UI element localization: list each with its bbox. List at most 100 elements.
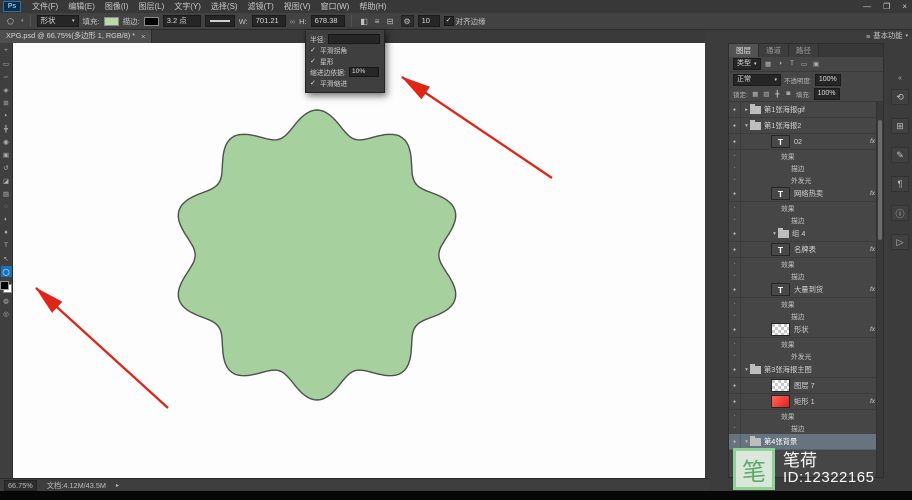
hand-tool[interactable]: ◍ bbox=[1, 295, 12, 306]
dodge-tool[interactable]: ◐ bbox=[1, 214, 12, 225]
info-panel-icon[interactable]: ⓘ bbox=[891, 205, 909, 221]
triangle-closed-icon[interactable]: ▸ bbox=[743, 107, 750, 113]
brush-tool[interactable]: ◉ bbox=[1, 136, 12, 147]
layer-row[interactable]: ●▾第1张海报2 bbox=[729, 118, 883, 134]
fx-badge[interactable]: fx bbox=[867, 190, 875, 197]
lock-icon-0[interactable]: ▦ bbox=[751, 90, 760, 98]
eye-icon[interactable]: ● bbox=[729, 134, 741, 149]
status-caret-icon[interactable]: ▸ bbox=[116, 482, 119, 489]
text-layer-thumbnail[interactable]: T bbox=[771, 283, 790, 296]
lock-icon-1[interactable]: ▨ bbox=[762, 90, 771, 98]
eye-icon[interactable]: ◦ bbox=[729, 410, 741, 422]
triangle-open-icon[interactable]: ▾ bbox=[743, 123, 750, 129]
eye-icon[interactable]: ◦ bbox=[729, 214, 741, 226]
layer-row[interactable]: ●形状fx bbox=[729, 322, 883, 338]
eye-icon[interactable]: ◦ bbox=[729, 350, 741, 362]
fx-badge[interactable]: fx bbox=[867, 286, 875, 293]
radius-input[interactable] bbox=[328, 34, 380, 44]
eye-icon[interactable]: ◦ bbox=[729, 202, 741, 214]
triangle-open-icon[interactable]: ▾ bbox=[743, 439, 750, 445]
path-select-tool[interactable]: ↖ bbox=[1, 253, 12, 264]
eraser-tool[interactable]: ◪ bbox=[1, 175, 12, 186]
eye-icon[interactable]: ● bbox=[729, 394, 741, 409]
menu-图层[interactable]: 图层(L) bbox=[133, 0, 169, 13]
shape-tool[interactable]: ◯ bbox=[1, 266, 12, 277]
eye-icon[interactable]: ● bbox=[729, 186, 741, 201]
eye-icon[interactable]: ● bbox=[729, 226, 741, 241]
menu-视图[interactable]: 视图(V) bbox=[279, 0, 316, 13]
blend-mode-select[interactable]: 正常▾ bbox=[733, 74, 781, 86]
layer-row[interactable]: ●▾第3张海报主图 bbox=[729, 362, 883, 378]
lock-icon-3[interactable]: ◙ bbox=[784, 90, 793, 98]
canvas[interactable] bbox=[13, 43, 705, 478]
clone-stamp-tool[interactable]: ▣ bbox=[1, 149, 12, 160]
effect-row[interactable]: ◦外发光 bbox=[729, 350, 883, 362]
layer-row[interactable]: ●T名牌表fx bbox=[729, 242, 883, 258]
eye-icon[interactable]: ◦ bbox=[729, 310, 741, 322]
eye-icon[interactable]: ● bbox=[729, 378, 741, 393]
eye-icon[interactable]: ● bbox=[729, 282, 741, 297]
effect-row[interactable]: ◦效果 bbox=[729, 202, 883, 214]
tool-mode-select[interactable]: 形状▾ bbox=[37, 15, 79, 27]
eye-icon[interactable]: ◦ bbox=[729, 162, 741, 174]
smooth-indents-option[interactable]: ✓ 平滑缩进 bbox=[310, 77, 380, 88]
eye-icon[interactable]: ● bbox=[729, 434, 741, 449]
eye-icon[interactable]: ◦ bbox=[729, 298, 741, 310]
menu-编辑[interactable]: 编辑(E) bbox=[63, 0, 100, 13]
path-op-icon-1[interactable]: ≡ bbox=[371, 15, 384, 27]
triangle-open-icon[interactable]: ▾ bbox=[771, 231, 778, 237]
menu-帮助[interactable]: 帮助(H) bbox=[354, 0, 391, 13]
sides-field[interactable]: 10 bbox=[418, 15, 440, 27]
eye-icon[interactable]: ● bbox=[729, 242, 741, 257]
document-tab[interactable]: XPG.psd @ 66.75%(多边形 1, RGB/8) * × bbox=[0, 29, 152, 43]
foreground-color-swatch[interactable] bbox=[0, 281, 9, 290]
history-brush-tool[interactable]: ↺ bbox=[1, 162, 12, 173]
eye-icon[interactable]: ◦ bbox=[729, 150, 741, 162]
history-panel-icon[interactable]: ⟲ bbox=[891, 89, 909, 105]
stroke-color-swatch[interactable] bbox=[144, 17, 159, 26]
menu-窗口[interactable]: 窗口(W) bbox=[315, 0, 354, 13]
restore-button[interactable]: ❐ bbox=[883, 0, 890, 13]
foreground-background-swatches[interactable] bbox=[0, 281, 12, 293]
tab-路径[interactable]: 路径 bbox=[789, 44, 819, 57]
eye-icon[interactable]: ◦ bbox=[729, 338, 741, 350]
marquee-tool[interactable]: ▭ bbox=[1, 58, 12, 69]
swatches-panel-icon[interactable]: ⊞ bbox=[891, 118, 909, 134]
indent-sides-input[interactable]: 10% bbox=[349, 67, 379, 77]
effect-row[interactable]: ◦描边 bbox=[729, 422, 883, 434]
stroke-width-field[interactable]: 3.2 点 bbox=[163, 15, 201, 27]
effect-row[interactable]: ◦效果 bbox=[729, 258, 883, 270]
lock-icon-2[interactable]: ╋ bbox=[773, 90, 782, 98]
blur-tool[interactable]: ◌ bbox=[1, 201, 12, 212]
eyedropper-tool[interactable]: ◗ bbox=[1, 110, 12, 121]
text-layer-thumbnail[interactable]: T bbox=[771, 135, 790, 148]
effect-row[interactable]: ◦效果 bbox=[729, 338, 883, 350]
pen-tool[interactable]: ♦ bbox=[1, 227, 12, 238]
effect-row[interactable]: ◦效果 bbox=[729, 298, 883, 310]
fx-badge[interactable]: fx bbox=[867, 398, 875, 405]
layer-row[interactable]: ●▸第1张海报gif bbox=[729, 102, 883, 118]
menu-滤镜[interactable]: 滤镜(T) bbox=[243, 0, 279, 13]
effect-row[interactable]: ◦描边 bbox=[729, 162, 883, 174]
filter-icon-4[interactable]: ▣ bbox=[812, 60, 821, 68]
layer-filter-select[interactable]: 类型▾ bbox=[733, 58, 761, 70]
effect-row[interactable]: ◦效果 bbox=[729, 150, 883, 162]
link-dimensions-icon[interactable]: ∞ bbox=[290, 17, 295, 26]
menu-文件[interactable]: 文件(F) bbox=[27, 0, 63, 13]
type-tool[interactable]: T bbox=[1, 240, 12, 251]
eye-icon[interactable]: ◦ bbox=[729, 258, 741, 270]
fx-badge[interactable]: fx bbox=[867, 138, 875, 145]
layer-row[interactable]: ●T大量到货fx bbox=[729, 282, 883, 298]
expand-panels-icon[interactable]: « bbox=[898, 75, 902, 82]
eye-icon[interactable]: ◦ bbox=[729, 174, 741, 186]
menu-选择[interactable]: 选择(S) bbox=[206, 0, 243, 13]
path-op-icon-2[interactable]: ⊟ bbox=[384, 15, 397, 27]
healing-brush-tool[interactable]: ╋ bbox=[1, 123, 12, 134]
actions-panel-icon[interactable]: ▷ bbox=[891, 234, 909, 250]
layers-scrollbar[interactable] bbox=[876, 102, 883, 477]
eye-icon[interactable]: ● bbox=[729, 102, 741, 117]
layer-thumbnail[interactable] bbox=[771, 395, 790, 408]
filter-icon-0[interactable]: ▦ bbox=[764, 60, 773, 68]
effect-row[interactable]: ◦效果 bbox=[729, 410, 883, 422]
effect-row[interactable]: ◦外发光 bbox=[729, 174, 883, 186]
